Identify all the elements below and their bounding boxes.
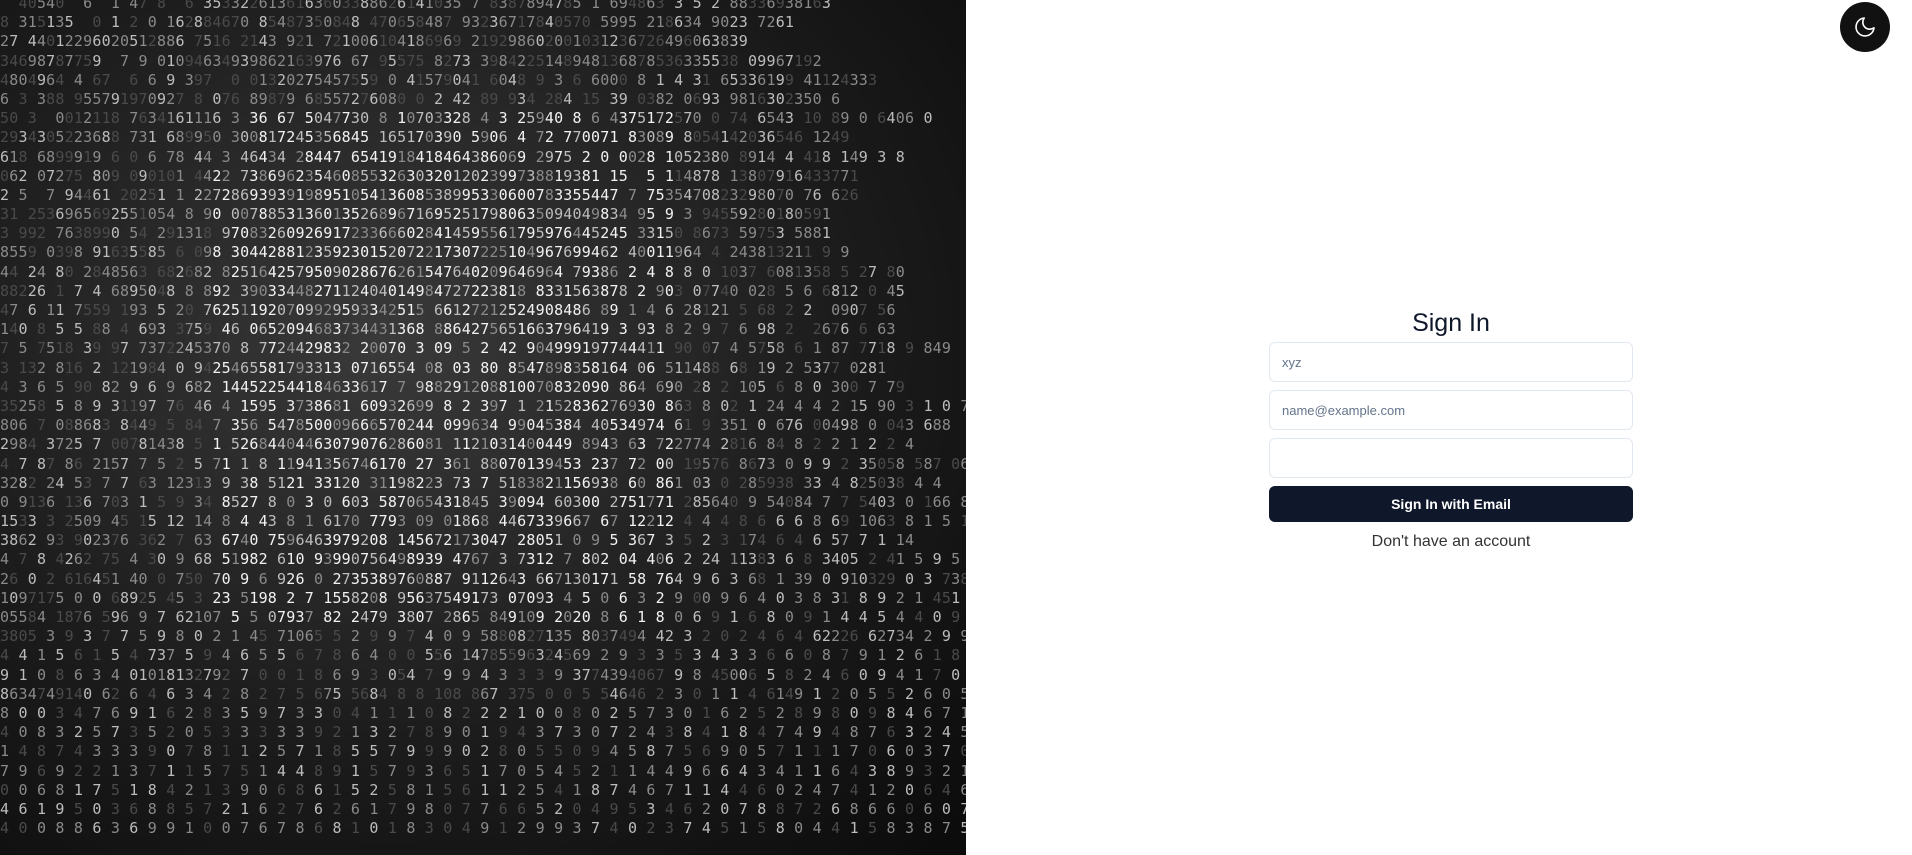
password-input[interactable]: [1269, 438, 1633, 478]
digit-row: 1 4 8 7 4 3 3 3 9 0 7 8 1 1 2 5 7 1 8 5 …: [0, 742, 966, 761]
digit-row: 31 2536965692551054 8 90 007885313601352…: [0, 205, 832, 224]
digit-row: 40540 6 1 47 8 6 35332261361636033886261…: [18, 0, 832, 12]
digit-row: 4 7 87 86 2157 7 5 2 5 71 1 8 1194135674…: [0, 454, 966, 473]
digit-row: 26 0 2 616451 40 0 750 70 9 6 926 0 2735…: [0, 569, 966, 588]
email-input[interactable]: [1269, 390, 1633, 430]
name-input[interactable]: [1269, 342, 1633, 382]
digit-row: 4 7 8 4262 75 4 30 9 68 51982 610 939907…: [0, 550, 961, 569]
digit-row: 3805 3 9 3 7 7 5 9 8 0 2 1 45 71065 5 2 …: [0, 627, 966, 646]
digit-row: 6 3 388 955791970927 8 076 89879 6855727…: [0, 89, 841, 108]
signin-email-button[interactable]: Sign In with Email: [1269, 486, 1633, 522]
digit-row: 4 3 6 5 90 82 9 6 9 682 1445225441846336…: [0, 377, 905, 396]
digit-row: 2984 3725 7 00781438 5 1 526844044630790…: [0, 435, 915, 454]
digit-row: 4 6 1 9 5 0 3 6 8 8 5 7 2 1 6 2 7 6 2 6 …: [0, 799, 966, 818]
digit-row: 8 315135 0 1 2 0 162884670 85487350848 4…: [0, 13, 795, 32]
digit-row: 4 0 0 8 8 6 3 6 9 9 1 0 0 7 6 7 8 6 8 1 …: [0, 819, 966, 838]
moon-icon: [1855, 17, 1875, 37]
digit-row: 27 44012296020512886 7516 2143 921 72100…: [0, 32, 748, 51]
digit-row: 44 24 80 2848563 682682 8251642579509028…: [0, 262, 905, 281]
digit-row: 4 0 8 3 2 5 7 3 5 2 0 5 3 3 3 3 3 9 2 1 …: [0, 723, 966, 742]
digit-row: 2934305223688 731 689950 300817245356845…: [0, 128, 850, 147]
auth-panel: Sign In Sign In with Email Don't have an…: [966, 0, 1912, 855]
digit-row: 35258 5 8 9 31197 76 46 4 1595 3738681 6…: [0, 396, 966, 415]
digit-row: 1097175 0 0 68925 45 3 23 5198 2 7 15582…: [0, 588, 961, 607]
digit-row: 7 9 6 9 2 2 1 3 7 1 1 5 7 5 1 4 4 8 9 1 …: [0, 761, 966, 780]
digit-row: 140 8 5 5 88 4 693 3759 46 0652094683734…: [0, 320, 896, 339]
digit-row: 0 0 6 8 1 7 5 1 8 4 2 1 3 9 0 6 8 6 1 5 …: [0, 780, 966, 799]
digit-row: 8 0 0 3 4 7 6 9 1 6 2 8 3 5 9 7 3 3 0 4 …: [0, 703, 966, 722]
digit-matrix-background: 40540 6 1 47 8 6 35332261361636033886261…: [0, 0, 966, 855]
background-panel: 40540 6 1 47 8 6 35332261361636033886261…: [0, 0, 966, 855]
digit-row: 3862 93 902376 362 7 63 6740 75964639792…: [0, 531, 915, 550]
digit-row: 3 992 7638990 54 291318 9708326092691723…: [0, 224, 832, 243]
digit-row: 4804964 4 67 6 6 9 397 0 01320275457559 …: [0, 70, 878, 89]
digit-row: 7 5 7518 39 97 7372245370 8 7724429832 2…: [0, 339, 952, 358]
digit-row: 47 6 11 7559 193 5 20 762511920709929593…: [0, 301, 896, 319]
digit-row: 0 9136 136 703 1 5 9 34 8527 8 0 3 0 603…: [0, 492, 966, 511]
digit-row: 9 1 0 8 6 3 4 01018132792 7 0 0 1 8 6 9 …: [0, 665, 961, 684]
signin-title: Sign In: [1412, 309, 1490, 337]
digit-row: 062 07275 809 090101 4422 73869623546085…: [0, 166, 859, 185]
signup-link[interactable]: Don't have an account: [1269, 533, 1633, 551]
digit-row: 3 132 816 2 121984 0 9425465581793313 07…: [0, 358, 887, 377]
digit-row: 618 6899919 6 0 6 78 44 3 46434 28447 65…: [0, 147, 905, 166]
digit-row: 34698787759 7 9 01094634939862163976 67 …: [0, 51, 822, 70]
digit-row: 88226 1 7 4 6895048 8 892 39033448271124…: [0, 281, 905, 300]
signin-form: Sign In Sign In with Email Don't have an…: [1269, 306, 1633, 551]
theme-toggle-button[interactable]: [1840, 2, 1890, 52]
digit-row: 8634749140 62 6 4 6 3 4 2 8 2 7 5 675 56…: [0, 684, 966, 703]
digit-row: 806 7 088683 8449 5 84 7 356 54785000966…: [0, 416, 952, 435]
digit-row: 05584 1876 596 9 7 62107 5 5 07937 82 24…: [0, 608, 961, 626]
digit-row: 1533 3 2509 45 15 12 14 8 4 43 8 1 6170 …: [0, 512, 966, 531]
digit-row: 2 5 7 94461 20251 1 22728693939198951054…: [0, 185, 859, 204]
digit-row: 50 3 0012118 7634161116 3 36 67 5047730 …: [0, 109, 933, 128]
digit-row: 8559 0398 91635585 6 098 304428812359230…: [0, 243, 850, 262]
digit-row: 3282 24 53 7 7 63 12313 9 38 5121 33120 …: [0, 473, 942, 492]
digit-row: 4 4 1 5 6 1 5 4 737 5 9 4 6 5 5 6 7 8 6 …: [0, 646, 961, 665]
